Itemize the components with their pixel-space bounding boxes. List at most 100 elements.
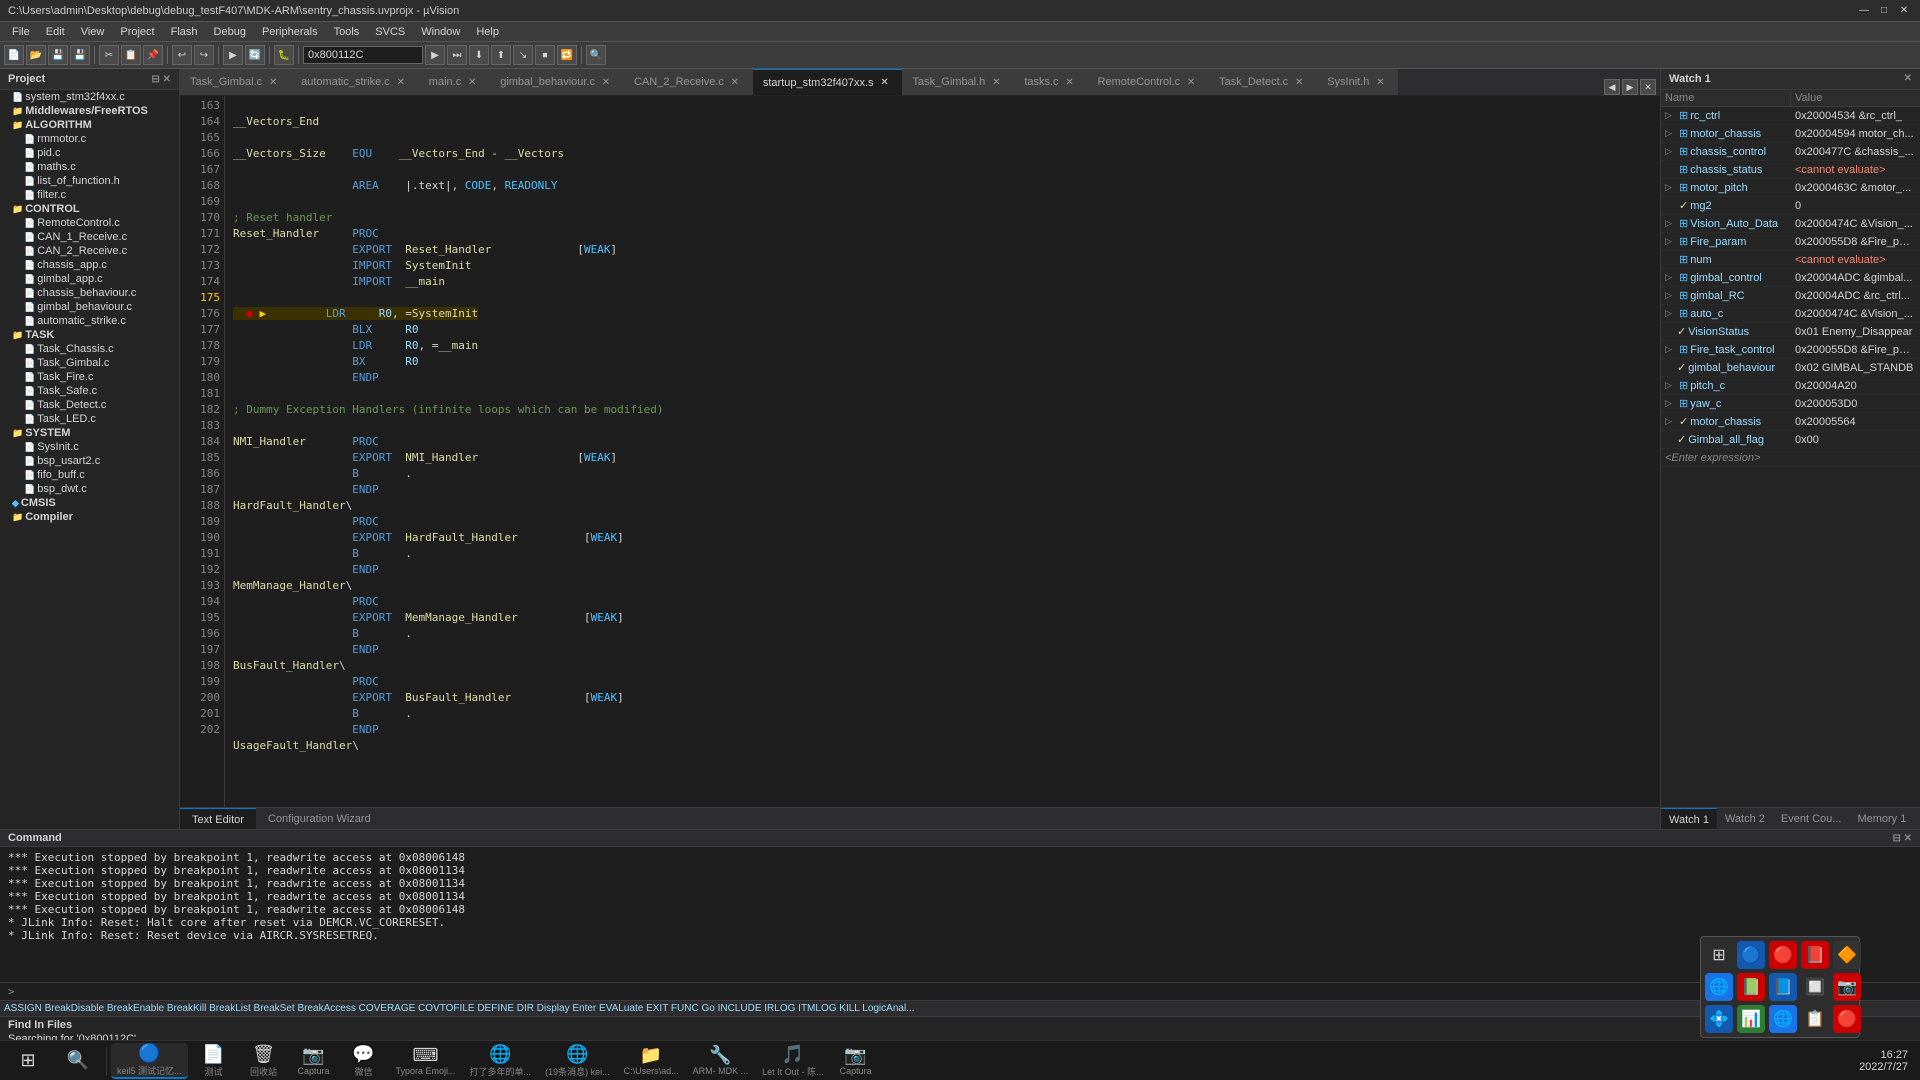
tab-task-gimbal-h[interactable]: Task_Gimbal.h ✕ bbox=[903, 69, 1015, 95]
sidebar-item-task-gimbal[interactable]: 📄 Task_Gimbal.c bbox=[0, 356, 179, 370]
popup-icon[interactable]: 🔲 bbox=[1801, 973, 1829, 1001]
watch-tab-gpio[interactable]: GPIO... bbox=[1914, 808, 1920, 830]
taskbar-captura[interactable]: 📷 Captura bbox=[290, 1043, 338, 1079]
watch-tab-memory-1[interactable]: Memory 1 bbox=[1849, 808, 1914, 830]
copy-button[interactable]: 📋 bbox=[121, 45, 141, 65]
sidebar-item-task-fire[interactable]: 📄 Task_Fire.c bbox=[0, 370, 179, 384]
sidebar-item-pid[interactable]: 📄 pid.c bbox=[0, 146, 179, 160]
sidebar-item-rmmotor[interactable]: 📄 rmmotor.c bbox=[0, 132, 179, 146]
menu-item-window[interactable]: Window bbox=[413, 22, 468, 42]
popup-icon[interactable]: 🔴 bbox=[1833, 1005, 1861, 1033]
watch-row-gimbal-control[interactable]: ▷⊞ gimbal_control 0x20004ADC &gimbal... bbox=[1661, 269, 1920, 287]
sidebar-tree[interactable]: 📄 system_stm32f4xx.c 📁 Middlewares/FreeR… bbox=[0, 90, 179, 829]
taskbar-music[interactable]: 🎵 Let It Out - 陈... bbox=[756, 1043, 830, 1079]
sidebar-item-system-stm32[interactable]: 📄 system_stm32f4xx.c bbox=[0, 90, 179, 104]
popup-icon[interactable]: 📗 bbox=[1737, 973, 1765, 1001]
tab-startup-stm32f407xx-s[interactable]: startup_stm32f407xx.s ✕ bbox=[753, 69, 903, 95]
start-button[interactable]: ⊞ bbox=[4, 1043, 52, 1079]
taskbar-chrome-2[interactable]: 🌐 (19条消息) kei... bbox=[539, 1043, 616, 1079]
sidebar-item-compiler[interactable]: 📁 Compiler bbox=[0, 510, 179, 524]
zoom-in-button[interactable]: 🔍 bbox=[586, 45, 606, 65]
tab-left-scroll[interactable]: ◀ bbox=[1604, 79, 1620, 95]
bottom-tab-text-editor[interactable]: Text Editor bbox=[180, 808, 256, 830]
close-editor-button[interactable]: ✕ bbox=[1640, 79, 1656, 95]
popup-icon[interactable]: ⊞ bbox=[1705, 941, 1733, 969]
sidebar-item-control[interactable]: 📁 CONTROL bbox=[0, 202, 179, 216]
minimize-button[interactable]: — bbox=[1856, 3, 1872, 19]
menu-item-flash[interactable]: Flash bbox=[163, 22, 206, 42]
tab-close-icon[interactable]: ✕ bbox=[599, 75, 613, 89]
sidebar-item-can1[interactable]: 📄 CAN_1_Receive.c bbox=[0, 230, 179, 244]
watch-row-fire-task-control[interactable]: ▷⊞ Fire_task_control 0x200055D8 &Fire_pa… bbox=[1661, 341, 1920, 359]
menu-item-view[interactable]: View bbox=[73, 22, 113, 42]
search-button[interactable]: 🔍 bbox=[54, 1043, 102, 1079]
popup-icon[interactable]: 📘 bbox=[1769, 973, 1797, 1001]
taskbar-keil5[interactable]: 🔵 keil5 测试记忆... bbox=[111, 1043, 188, 1079]
taskbar-recycle[interactable]: 🗑 回收站 bbox=[240, 1043, 288, 1079]
sidebar-item-sysinit[interactable]: 📄 SysInit.c bbox=[0, 440, 179, 454]
sidebar-item-middlewares[interactable]: 📁 Middlewares/FreeRTOS bbox=[0, 104, 179, 118]
sidebar-item-gimbal-app[interactable]: 📄 gimbal_app.c bbox=[0, 272, 179, 286]
sidebar-item-task-safe[interactable]: 📄 Task_Safe.c bbox=[0, 384, 179, 398]
watch-row-gimbal-all-flag[interactable]: ✓ Gimbal_all_flag 0x00 bbox=[1661, 431, 1920, 449]
sidebar-item-fifo-buff[interactable]: 📄 fifo_buff.c bbox=[0, 468, 179, 482]
tab-tasks-c[interactable]: tasks.c ✕ bbox=[1014, 69, 1087, 95]
tab-close-icon[interactable]: ✕ bbox=[989, 75, 1003, 89]
popup-icon[interactable]: 🔶 bbox=[1833, 941, 1861, 969]
popup-icon[interactable]: 📊 bbox=[1737, 1005, 1765, 1033]
taskbar-arm-mdk[interactable]: 🔧 ARM- MDK ... bbox=[687, 1043, 755, 1079]
watch-enter-label[interactable]: <Enter expression> bbox=[1661, 450, 1764, 466]
watch-row-pitch-c[interactable]: ▷⊞ pitch_c 0x20004A20 bbox=[1661, 377, 1920, 395]
new-file-button[interactable]: 📄 bbox=[4, 45, 24, 65]
tab-main-c[interactable]: main.c ✕ bbox=[419, 69, 490, 95]
taskbar-test[interactable]: 📄 测试 bbox=[190, 1043, 238, 1079]
reset-button[interactable]: 🔁 bbox=[557, 45, 577, 65]
sidebar-item-bsp-dwt[interactable]: 📄 bsp_dwt.c bbox=[0, 482, 179, 496]
tab-task-gimbal-c[interactable]: Task_Gimbal.c ✕ bbox=[180, 69, 291, 95]
watch-row-vision-status[interactable]: ✓ VisionStatus 0x01 Enemy_Disappear bbox=[1661, 323, 1920, 341]
code-content[interactable]: __Vectors_End __Vectors_Size EQU __Vecto… bbox=[225, 96, 1660, 807]
sidebar-item-filter[interactable]: 📄 filter.c bbox=[0, 188, 179, 202]
menu-item-file[interactable]: File bbox=[4, 22, 38, 42]
tab-task-detect-c[interactable]: Task_Detect.c ✕ bbox=[1209, 69, 1317, 95]
watch-row-gimbal-rc[interactable]: ▷⊞ gimbal_RC 0x20004ADC &rc_ctrl... bbox=[1661, 287, 1920, 305]
watch-row-gimbal-behaviour[interactable]: ✓ gimbal_behaviour 0x02 GIMBAL_STANDB bbox=[1661, 359, 1920, 377]
watch-tab-1[interactable]: Watch 1 bbox=[1661, 808, 1717, 830]
build-button[interactable]: ▶ bbox=[223, 45, 243, 65]
taskbar-chrome-1[interactable]: 🌐 打了多年的单... bbox=[464, 1043, 538, 1079]
tab-can2-receive-c[interactable]: CAN_2_Receive.c ✕ bbox=[624, 69, 753, 95]
watch-row-motor-pitch[interactable]: ▷⊞ motor_pitch 0x2000463C &motor_... bbox=[1661, 179, 1920, 197]
command-input[interactable] bbox=[19, 985, 1912, 998]
sidebar-item-algorithm[interactable]: 📁 ALGORITHM bbox=[0, 118, 179, 132]
redo-button[interactable]: ↪ bbox=[194, 45, 214, 65]
watch-tab-2[interactable]: Watch 2 bbox=[1717, 808, 1773, 830]
stop-button[interactable]: ⏹ bbox=[535, 45, 555, 65]
tab-close-icon[interactable]: ✕ bbox=[465, 75, 479, 89]
watch-row-yaw-c[interactable]: ▷⊞ yaw_c 0x200053D0 bbox=[1661, 395, 1920, 413]
sidebar-item-remotecontrol[interactable]: 📄 RemoteControl.c bbox=[0, 216, 179, 230]
sidebar-item-gimbal-behaviour[interactable]: 📄 gimbal_behaviour.c bbox=[0, 300, 179, 314]
tab-close-icon[interactable]: ✕ bbox=[1184, 75, 1198, 89]
run-to-cursor-button[interactable]: ↘ bbox=[513, 45, 533, 65]
taskbar-captura-2[interactable]: 📷 Captura bbox=[832, 1043, 880, 1079]
tab-close-icon[interactable]: ✕ bbox=[1373, 75, 1387, 89]
debug-button[interactable]: 🐛 bbox=[274, 45, 294, 65]
tab-gimbal-behaviour-c[interactable]: gimbal_behaviour.c ✕ bbox=[490, 69, 624, 95]
popup-icon[interactable]: 📕 bbox=[1801, 941, 1829, 969]
sidebar-item-task-detect[interactable]: 📄 Task_Detect.c bbox=[0, 398, 179, 412]
watch-row-chassis-status[interactable]: ⊞ chassis_status <cannot evaluate> bbox=[1661, 161, 1920, 179]
sidebar-item-maths[interactable]: 📄 maths.c bbox=[0, 160, 179, 174]
save-all-button[interactable]: 💾 bbox=[70, 45, 90, 65]
popup-icon[interactable]: 🔵 bbox=[1737, 941, 1765, 969]
sidebar-item-task-led[interactable]: 📄 Task_LED.c bbox=[0, 412, 179, 426]
tab-close-icon[interactable]: ✕ bbox=[1292, 75, 1306, 89]
popup-icon[interactable]: 🔴 bbox=[1769, 941, 1797, 969]
bottom-tab-config-wizard[interactable]: Configuration Wizard bbox=[256, 808, 383, 830]
step-in-button[interactable]: ⬇ bbox=[469, 45, 489, 65]
watch-row-motor-chassis2[interactable]: ▷✓ motor_chassis 0x20005564 bbox=[1661, 413, 1920, 431]
menu-item-svcs[interactable]: SVCS bbox=[367, 22, 413, 42]
sidebar-item-can2[interactable]: 📄 CAN_2_Receive.c bbox=[0, 244, 179, 258]
cut-button[interactable]: ✂ bbox=[99, 45, 119, 65]
menu-item-tools[interactable]: Tools bbox=[326, 22, 368, 42]
tab-right-scroll[interactable]: ▶ bbox=[1622, 79, 1638, 95]
